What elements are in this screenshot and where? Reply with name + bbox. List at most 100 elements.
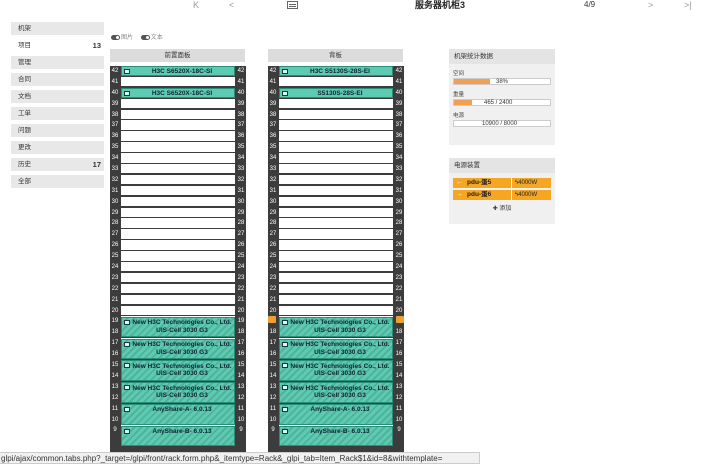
empty-rack-slot[interactable] — [279, 229, 393, 239]
next-page-icon[interactable]: > — [648, 0, 653, 10]
empty-rack-slot[interactable] — [121, 109, 235, 119]
empty-rack-slot[interactable] — [279, 131, 393, 141]
empty-rack-slot[interactable] — [279, 240, 393, 250]
sidebar-tab[interactable]: 合同 — [11, 73, 104, 86]
rack-device[interactable]: New H3C Technologies Co., Ltd. UIS-Cell … — [121, 360, 235, 382]
list-view-icon[interactable] — [287, 1, 298, 9]
rack-unit-number: 21 — [237, 296, 245, 303]
previous-page-icon[interactable]: < — [229, 0, 234, 10]
add-pdu-link[interactable]: ✚ 添加 — [449, 203, 555, 212]
empty-rack-slot[interactable] — [121, 283, 235, 294]
first-page-icon[interactable]: K — [193, 0, 199, 10]
empty-rack-slot[interactable] — [121, 272, 235, 283]
empty-rack-slot[interactable] — [121, 218, 235, 228]
rack-device[interactable]: New H3C Technologies Co., Ltd. UIS-Cell … — [279, 360, 393, 382]
rack-unit-number: 25 — [395, 253, 403, 260]
empty-rack-slot[interactable] — [121, 294, 235, 305]
rack-unit-number: 18 — [237, 329, 245, 336]
rack-unit-number: 31 — [269, 187, 277, 194]
empty-rack-slot[interactable] — [279, 120, 393, 130]
last-page-icon[interactable]: >| — [684, 0, 692, 10]
pdu-item[interactable]: → pdu-蛋6 ϟ4000W — [453, 190, 551, 200]
empty-rack-slot[interactable] — [279, 185, 393, 196]
rack-unit-number: 19 — [237, 318, 245, 325]
empty-rack-slot[interactable] — [121, 240, 235, 250]
pdu-direction-arrow-icon: ← — [456, 179, 463, 186]
rack-unit-number: 36 — [237, 133, 245, 140]
empty-rack-slot[interactable] — [279, 207, 393, 217]
device-icon — [282, 428, 288, 434]
empty-rack-slot[interactable] — [279, 142, 393, 152]
sidebar-tab-label: 历史 — [18, 161, 31, 168]
empty-rack-slot[interactable] — [121, 185, 235, 196]
toggle-images[interactable]: 图片 — [111, 32, 133, 41]
empty-rack-slot[interactable] — [121, 98, 235, 109]
empty-rack-slot[interactable] — [121, 262, 235, 272]
pdu-left-marker[interactable] — [268, 316, 276, 323]
empty-rack-slot[interactable] — [121, 174, 235, 185]
sidebar-tab[interactable]: 历史 17 — [11, 158, 104, 171]
rack-device[interactable]: New H3C Technologies Co., Ltd. UIS-Cell … — [279, 338, 393, 360]
pdu-right-marker[interactable] — [396, 316, 404, 323]
rack-unit-number: 34 — [237, 155, 245, 162]
rack-device[interactable]: S5130S-28S-EI — [279, 87, 393, 98]
empty-rack-slot[interactable] — [121, 131, 235, 141]
empty-rack-slot[interactable] — [279, 262, 393, 272]
rack-device[interactable]: New H3C Technologies Co., Ltd. UIS-Cell … — [121, 316, 235, 338]
rack-device[interactable]: New H3C Technologies Co., Ltd. UIS-Cell … — [279, 316, 393, 338]
rack-unit-number: 40 — [237, 89, 245, 96]
empty-rack-slot[interactable] — [279, 251, 393, 261]
rack-unit-number: 32 — [237, 176, 245, 183]
empty-rack-slot[interactable] — [279, 76, 393, 87]
rack-unit-number: 20 — [111, 307, 119, 314]
empty-rack-slot[interactable] — [121, 76, 235, 87]
rack-device[interactable]: New H3C Technologies Co., Ltd. UIS-Cell … — [279, 382, 393, 403]
empty-rack-slot[interactable] — [121, 142, 235, 152]
empty-rack-slot[interactable] — [279, 196, 393, 207]
rack-device[interactable]: AnyShare-B- 6.0.13 — [279, 425, 393, 447]
rack-device[interactable]: H3C S5130S-28S-EI — [279, 66, 393, 76]
empty-rack-slot[interactable] — [121, 229, 235, 239]
pdu-power-rating: ϟ4000W — [511, 178, 551, 188]
empty-rack-slot[interactable] — [279, 164, 393, 174]
toggle-text[interactable]: 文本 — [140, 32, 163, 41]
sidebar-tab[interactable]: 管理 — [11, 56, 104, 69]
empty-rack-slot[interactable] — [279, 153, 393, 163]
empty-rack-slot[interactable] — [279, 109, 393, 119]
empty-rack-slot[interactable] — [279, 283, 393, 294]
empty-rack-slot[interactable] — [121, 207, 235, 217]
rack-unit-number: 9 — [271, 427, 275, 434]
rack-device-label: AnyShare-B- 6.0.13 — [152, 428, 212, 436]
rack-device[interactable]: H3C S6520X-18C-SI — [121, 87, 235, 98]
sidebar-tab[interactable]: 项目 13 — [11, 39, 104, 52]
empty-rack-slot[interactable] — [279, 305, 393, 315]
rack-unit-number: 42 — [111, 68, 119, 74]
sidebar-tab[interactable]: 全部 — [11, 175, 104, 188]
sidebar-tab[interactable]: 工单 — [11, 107, 104, 120]
device-icon — [282, 69, 288, 74]
sidebar-tab[interactable]: 更改 — [11, 141, 104, 154]
empty-rack-slot[interactable] — [121, 120, 235, 130]
empty-rack-slot[interactable] — [121, 196, 235, 207]
rack-device[interactable]: New H3C Technologies Co., Ltd. UIS-Cell … — [121, 338, 235, 360]
sidebar-tab[interactable]: 问题 — [11, 124, 104, 137]
rack-device-label: H3C S6520X-18C-SI — [151, 89, 213, 97]
sidebar-tab[interactable]: 机架 — [11, 22, 104, 35]
empty-rack-slot[interactable] — [279, 174, 393, 185]
rack-device[interactable]: New H3C Technologies Co., Ltd. UIS-Cell … — [121, 382, 235, 403]
empty-rack-slot[interactable] — [279, 98, 393, 109]
pdu-direction-arrow-icon: → — [456, 191, 463, 198]
empty-rack-slot[interactable] — [279, 272, 393, 283]
sidebar-tab[interactable]: 文档 — [11, 90, 104, 103]
pdu-item[interactable]: ← pdu-蛋5 ϟ4000W — [453, 178, 551, 188]
rack-device[interactable]: AnyShare-A- 6.0.13 — [121, 403, 235, 425]
empty-rack-slot[interactable] — [121, 153, 235, 163]
rack-device[interactable]: H3C S6520X-18C-SI — [121, 66, 235, 76]
empty-rack-slot[interactable] — [121, 251, 235, 261]
empty-rack-slot[interactable] — [121, 305, 235, 315]
empty-rack-slot[interactable] — [121, 164, 235, 174]
rack-device[interactable]: AnyShare-B- 6.0.13 — [121, 425, 235, 447]
rack-device[interactable]: AnyShare-A- 6.0.13 — [279, 403, 393, 425]
empty-rack-slot[interactable] — [279, 294, 393, 305]
empty-rack-slot[interactable] — [279, 218, 393, 228]
